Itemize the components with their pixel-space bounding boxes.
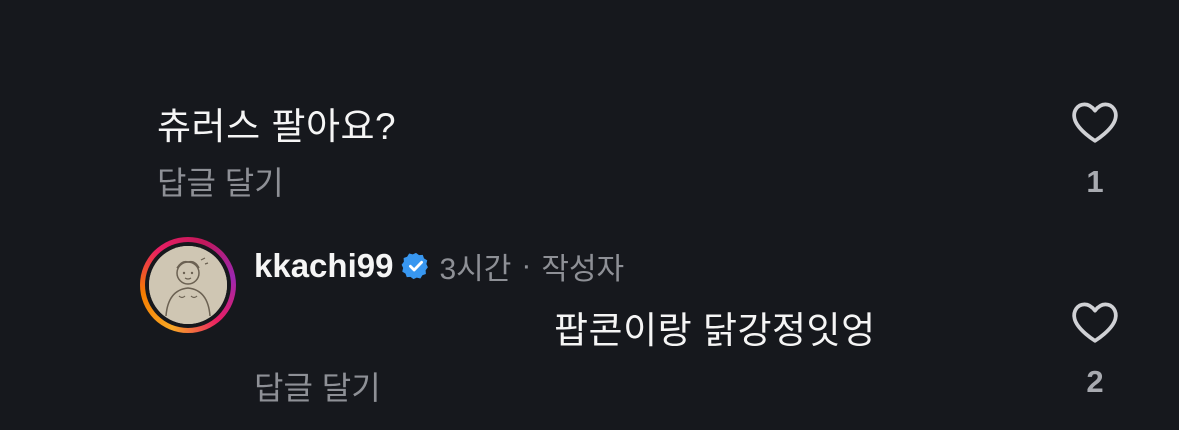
comment-time: 3시간 [439,253,512,286]
comment-text: 츄러스 팔아요? [157,106,397,147]
like-count: 2 [1086,364,1104,399]
author-tag: 작성자 [541,253,625,286]
verified-badge-icon [402,252,429,280]
meta-separator: · [521,249,532,282]
username[interactable]: kkachi99 [254,247,393,285]
like-count: 1 [1086,164,1104,199]
avatar[interactable] [140,237,236,333]
reply-button[interactable]: 답글 달기 [254,363,381,409]
like-button[interactable]: 1 [1065,98,1125,200]
heart-outline-icon [1072,102,1118,143]
like-button[interactable]: 2 [1065,298,1125,400]
reply-button[interactable]: 답글 달기 [157,158,284,204]
heart-outline-icon [1072,302,1118,343]
comment-header: kkachi99 3시간 · 작성자 [254,244,624,288]
avatar-image [149,246,227,324]
comment-text: 팝콘이랑 닭강정잇엉 [554,310,876,351]
